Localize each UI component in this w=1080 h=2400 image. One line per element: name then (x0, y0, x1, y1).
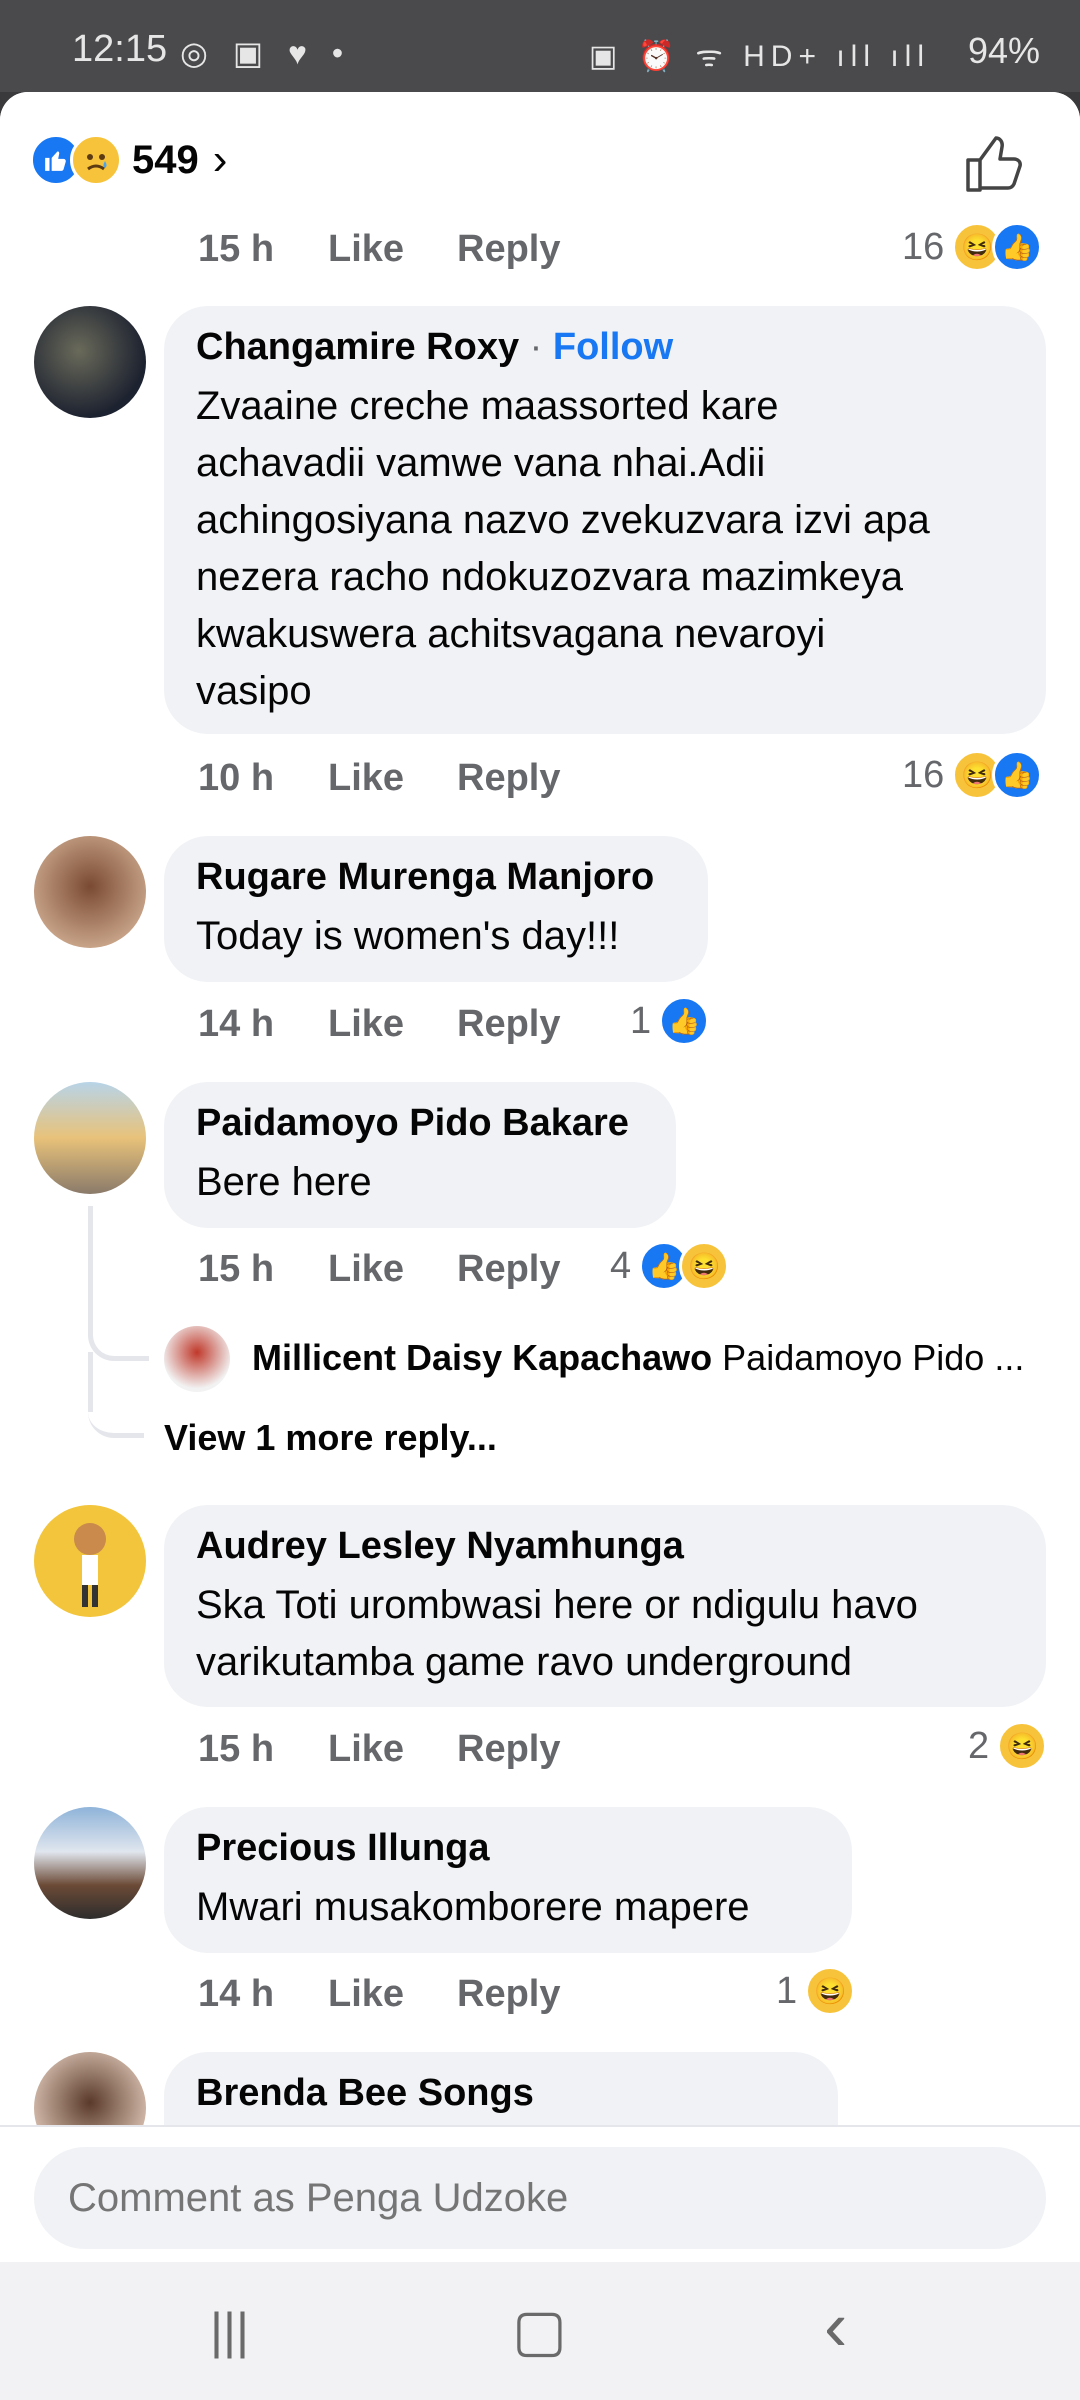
author-name[interactable]: Brenda Bee Songs (196, 2072, 534, 2115)
status-bar: 12:15 ◎ ▣ ♥ • ▣ ⏰ ᯤ HD+ ıll ıll 94% (0, 0, 1080, 92)
separator-dot: · (529, 326, 543, 368)
reply-author[interactable]: Millicent Daisy Kapachawo (252, 1337, 712, 1378)
author-name[interactable]: Audrey Lesley Nyamhunga (196, 1525, 684, 1568)
comment-time: 14 h (198, 1003, 275, 1045)
system-icons: ▣ ⏰ ᯤ HD+ ıll ıll (589, 40, 930, 73)
author-name[interactable]: Rugare Murenga Manjoro (196, 856, 654, 899)
reply-action[interactable]: Reply (457, 1973, 560, 2016)
comments-sheet: 549 › 15 h Like Reply 16 😆 👍 Changamire … (0, 92, 1080, 2262)
comment-reactions[interactable]: 1 👍 (630, 996, 710, 1046)
comments-header: 549 › (0, 92, 1080, 222)
comment-reactions[interactable]: 1 😆 (776, 1966, 856, 2016)
haha-emoji-icon: 😆 (997, 1721, 1048, 1771)
comment-bubble: Changamire Roxy · Follow Zvaaine creche … (164, 306, 1046, 734)
reaction-number: 16 (902, 225, 945, 268)
comment-bubble: Paidamoyo Pido Bakare Bere here (164, 1082, 676, 1228)
comment-line: Zvaaine creche maassorted kare (196, 384, 779, 428)
author-name[interactable]: Precious Illunga (196, 1827, 490, 1870)
comment-time: 15 h (198, 1728, 275, 1770)
thread-line-vertical (88, 1352, 93, 1412)
comment-text: Mwari musakomborere mapere (196, 1885, 750, 1929)
comment-text: Ska Toti urombwasi here or ndigulu havo … (196, 1577, 918, 1691)
like-icon: 👍 (659, 996, 710, 1046)
like-action[interactable]: Like (328, 1973, 404, 2016)
notification-icons: ◎ ▣ ♥ • (180, 35, 352, 71)
comment-line: achavadii vamwe vana nhai.Adii (196, 441, 766, 485)
comment-input[interactable] (34, 2147, 1046, 2249)
reaction-number: 16 (902, 753, 945, 796)
avatar[interactable] (34, 1807, 146, 1919)
comment-line: varikutamba game ravo underground (196, 1640, 852, 1684)
reaction-count: 549 (132, 137, 199, 182)
comment-line: Ska Toti urombwasi here or ndigulu havo (196, 1583, 918, 1627)
thread-line (88, 1206, 149, 1361)
like-action[interactable]: Like (328, 1003, 404, 1046)
comment-author[interactable]: Changamire Roxy · Follow (196, 326, 673, 369)
avatar[interactable] (34, 1505, 146, 1617)
avatar[interactable] (34, 1082, 146, 1194)
avatar[interactable] (34, 306, 146, 418)
comment-bubble: Precious Illunga Mwari musakomborere map… (164, 1807, 852, 1953)
comment-reactions[interactable]: 2 😆 (968, 1721, 1048, 1771)
reply-action[interactable]: Reply (457, 1248, 560, 1291)
reaction-number: 1 (776, 1969, 798, 2012)
like-action[interactable]: Like (328, 1728, 404, 1771)
comment-line: achingosiyana nazvo zvekuzvara izvi apa (196, 498, 930, 542)
chevron-right-icon: › (212, 135, 228, 184)
comment-text: Bere here (196, 1160, 372, 1204)
comment-line: kwakuswera achitsvagana nevaroyi (196, 612, 826, 656)
like-icon: 👍 (992, 222, 1043, 272)
comment-line: vasipo (196, 669, 312, 713)
recent-apps-button[interactable]: ||| (210, 2302, 249, 2360)
comment-time: 15 h (198, 1248, 275, 1290)
haha-emoji-icon: 😆 (805, 1966, 856, 2016)
like-icon: 👍 (992, 750, 1043, 800)
follow-button[interactable]: Follow (553, 326, 673, 368)
comment-composer (0, 2125, 1080, 2262)
comment-text: Today is women's day!!! (196, 914, 620, 958)
reaction-summary[interactable]: 549 › (30, 130, 227, 190)
like-action[interactable]: Like (328, 1248, 404, 1291)
back-button[interactable]: ‹ (824, 2286, 847, 2366)
home-button[interactable]: ▢ (512, 2296, 567, 2364)
reaction-number: 4 (610, 1244, 632, 1287)
haha-emoji-icon: 😆 (679, 1241, 730, 1291)
comment-bubble: Rugare Murenga Manjoro Today is women's … (164, 836, 708, 982)
comment-time: 15 h (198, 228, 275, 270)
sad-emoji-icon (70, 134, 122, 186)
comment-text: Zvaaine creche maassorted kare achavadii… (196, 378, 930, 720)
reply-snippet: Paidamoyo Pido ... (722, 1337, 1025, 1378)
reply-action[interactable]: Reply (457, 1728, 560, 1771)
comment-bubble: Audrey Lesley Nyamhunga Ska Toti urombwa… (164, 1505, 1046, 1707)
battery-level: 94% (967, 30, 1040, 71)
author-name[interactable]: Paidamoyo Pido Bakare (196, 1102, 629, 1145)
comment-reactions[interactable]: 4 👍 😆 (610, 1241, 730, 1291)
reaction-number: 1 (630, 999, 652, 1042)
like-action[interactable]: Like (328, 228, 404, 271)
author-name[interactable]: Changamire Roxy (196, 326, 519, 368)
thread-line (88, 1352, 144, 1438)
reply-action[interactable]: Reply (457, 757, 560, 800)
like-action[interactable]: Like (328, 757, 404, 800)
comment-time: 14 h (198, 1973, 275, 2015)
comment-time: 10 h (198, 757, 275, 799)
comment-list: 15 h Like Reply 16 😆 👍 Changamire Roxy ·… (0, 222, 1080, 2212)
reply-action[interactable]: Reply (457, 228, 560, 271)
reply-avatar[interactable] (164, 1326, 230, 1392)
reply-preview[interactable]: Millicent Daisy Kapachawo Paidamoyo Pido… (252, 1337, 1024, 1379)
view-more-replies[interactable]: View 1 more reply... (164, 1417, 497, 1459)
system-nav-bar: ||| ▢ ‹ (0, 2262, 1080, 2400)
comment-reactions[interactable]: 16 😆 👍 (902, 750, 1043, 800)
reply-action[interactable]: Reply (457, 1003, 560, 1046)
clock: 12:15 (72, 28, 168, 70)
comment-reactions[interactable]: 16 😆 👍 (902, 222, 1043, 272)
reaction-number: 2 (968, 1724, 990, 1767)
avatar[interactable] (34, 836, 146, 948)
thumbs-up-outline-icon[interactable] (962, 132, 1026, 196)
comment-line: nezera racho ndokuzozvara mazimkeya (196, 555, 904, 599)
